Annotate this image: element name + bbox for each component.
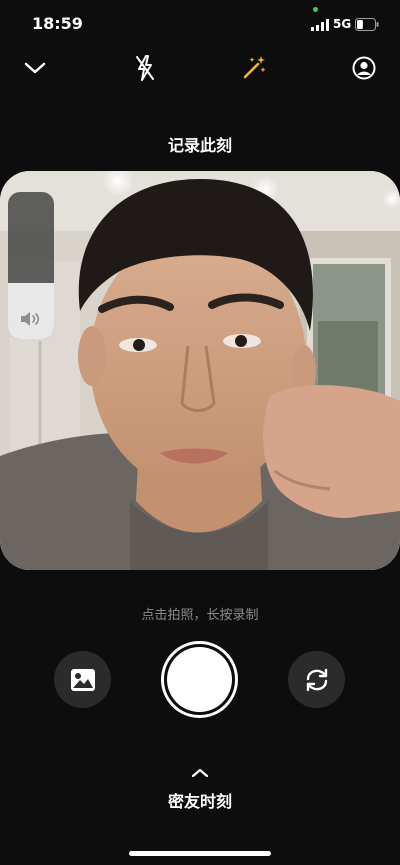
shutter-button[interactable] — [161, 641, 238, 718]
switch-camera-button[interactable] — [288, 651, 345, 708]
profile-button[interactable] — [344, 48, 384, 88]
flash-off-icon — [136, 55, 154, 81]
speaker-icon — [21, 312, 40, 326]
camera-feed-image — [0, 171, 400, 570]
switch-camera-icon — [306, 668, 327, 691]
capture-hint: 点击拍照，长按录制 — [141, 608, 259, 623]
magic-wand-icon — [243, 56, 266, 79]
page-title: 记录此刻 — [167, 136, 232, 155]
camera-preview[interactable] — [0, 171, 400, 570]
collapse-button[interactable] — [15, 48, 55, 88]
privacy-indicator-dot — [313, 7, 318, 12]
chevron-up-icon — [191, 768, 209, 778]
cellular-signal-icon — [311, 19, 329, 31]
effects-button[interactable] — [234, 48, 274, 88]
moments-label: 密友时刻 — [167, 792, 232, 811]
gallery-button[interactable] — [54, 651, 111, 708]
top-toolbar — [0, 48, 400, 88]
battery-icon — [355, 18, 379, 31]
status-bar: 18:59 5G — [0, 0, 400, 50]
home-indicator — [129, 851, 271, 856]
image-gallery-icon — [70, 668, 95, 691]
chevron-down-icon — [24, 62, 46, 74]
shutter-inner-circle — [167, 647, 232, 712]
flash-toggle-button[interactable] — [125, 48, 165, 88]
close-friends-moments-toggle[interactable]: 密友时刻 — [150, 766, 250, 812]
volume-slider[interactable] — [8, 192, 54, 339]
status-time: 18:59 — [32, 14, 83, 33]
network-type: 5G — [333, 17, 352, 31]
user-profile-icon — [352, 56, 376, 80]
